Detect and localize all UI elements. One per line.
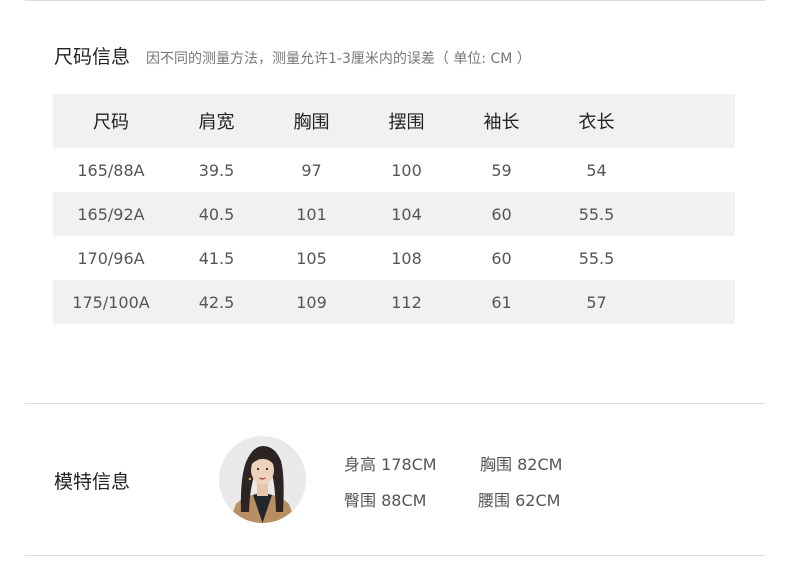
- column-header-spacer: [644, 94, 735, 148]
- table-cell: 101: [296, 204, 327, 224]
- model-info-title: 模特信息: [54, 471, 131, 493]
- table-row: 170/96A 41.5 105 108 60 55.5: [53, 236, 735, 280]
- table-cell-spacer: [644, 236, 735, 280]
- top-divider: [25, 0, 765, 1]
- table-cell: 40.5: [198, 204, 235, 224]
- table-cell: 54: [586, 160, 607, 180]
- table-cell: 175/100A: [72, 292, 150, 312]
- model-hip: 臀围 88CM: [344, 491, 427, 510]
- table-cell: 165/92A: [77, 204, 145, 224]
- measurement-note: 因不同的测量方法，测量允许1-3厘米内的误差（ 单位: CM ）: [146, 51, 531, 67]
- table-cell: 61: [491, 292, 512, 312]
- table-cell: 57: [586, 292, 607, 312]
- table-cell: 60: [491, 204, 512, 224]
- table-cell: 55.5: [578, 248, 615, 268]
- table-row: 165/92A 40.5 101 104 60 55.5: [53, 192, 735, 236]
- column-header-chest: 胸围: [293, 112, 330, 133]
- table-cell-spacer: [644, 280, 735, 324]
- column-header-shoulder: 肩宽: [198, 112, 235, 133]
- table-cell: 170/96A: [77, 248, 145, 268]
- table-cell: 104: [391, 204, 422, 224]
- table-cell: 60: [491, 248, 512, 268]
- model-height: 身高 178CM: [344, 455, 437, 474]
- size-info-title: 尺码信息: [54, 46, 131, 68]
- table-cell: 112: [391, 292, 422, 312]
- table-cell: 165/88A: [77, 160, 145, 180]
- table-cell-spacer: [644, 192, 735, 236]
- size-info-header: 尺码信息 因不同的测量方法，测量允许1-3厘米内的误差（ 单位: CM ）: [54, 42, 531, 69]
- table-row: 175/100A 42.5 109 112 61 57: [53, 280, 735, 324]
- table-cell: 97: [301, 160, 322, 180]
- bottom-divider: [25, 555, 765, 556]
- column-header-length: 衣长: [578, 112, 615, 133]
- column-header-size: 尺码: [93, 112, 129, 133]
- table-cell-spacer: [644, 148, 735, 192]
- table-cell: 109: [296, 292, 327, 312]
- table-cell: 39.5: [198, 160, 235, 180]
- table-cell: 105: [296, 248, 327, 268]
- section-divider: [25, 403, 765, 404]
- size-table-header: 尺码 肩宽 胸围 摆围 袖长 衣长: [53, 94, 735, 148]
- table-cell: 55.5: [578, 204, 615, 224]
- table-cell: 42.5: [198, 292, 235, 312]
- column-header-sleeve: 袖长: [483, 112, 520, 133]
- model-bust: 胸围 82CM: [480, 455, 563, 474]
- model-waist: 腰围 62CM: [478, 491, 561, 510]
- table-cell: 100: [391, 160, 422, 180]
- model-portrait-icon: [219, 436, 306, 523]
- size-table: 尺码 肩宽 胸围 摆围 袖长 衣长 165/88A 39.5 97 100 59…: [53, 94, 735, 324]
- table-cell: 59: [491, 160, 512, 180]
- table-cell: 41.5: [198, 248, 235, 268]
- table-cell: 108: [391, 248, 422, 268]
- table-row: 165/88A 39.5 97 100 59 54: [53, 148, 735, 192]
- column-header-hem: 摆围: [388, 112, 425, 133]
